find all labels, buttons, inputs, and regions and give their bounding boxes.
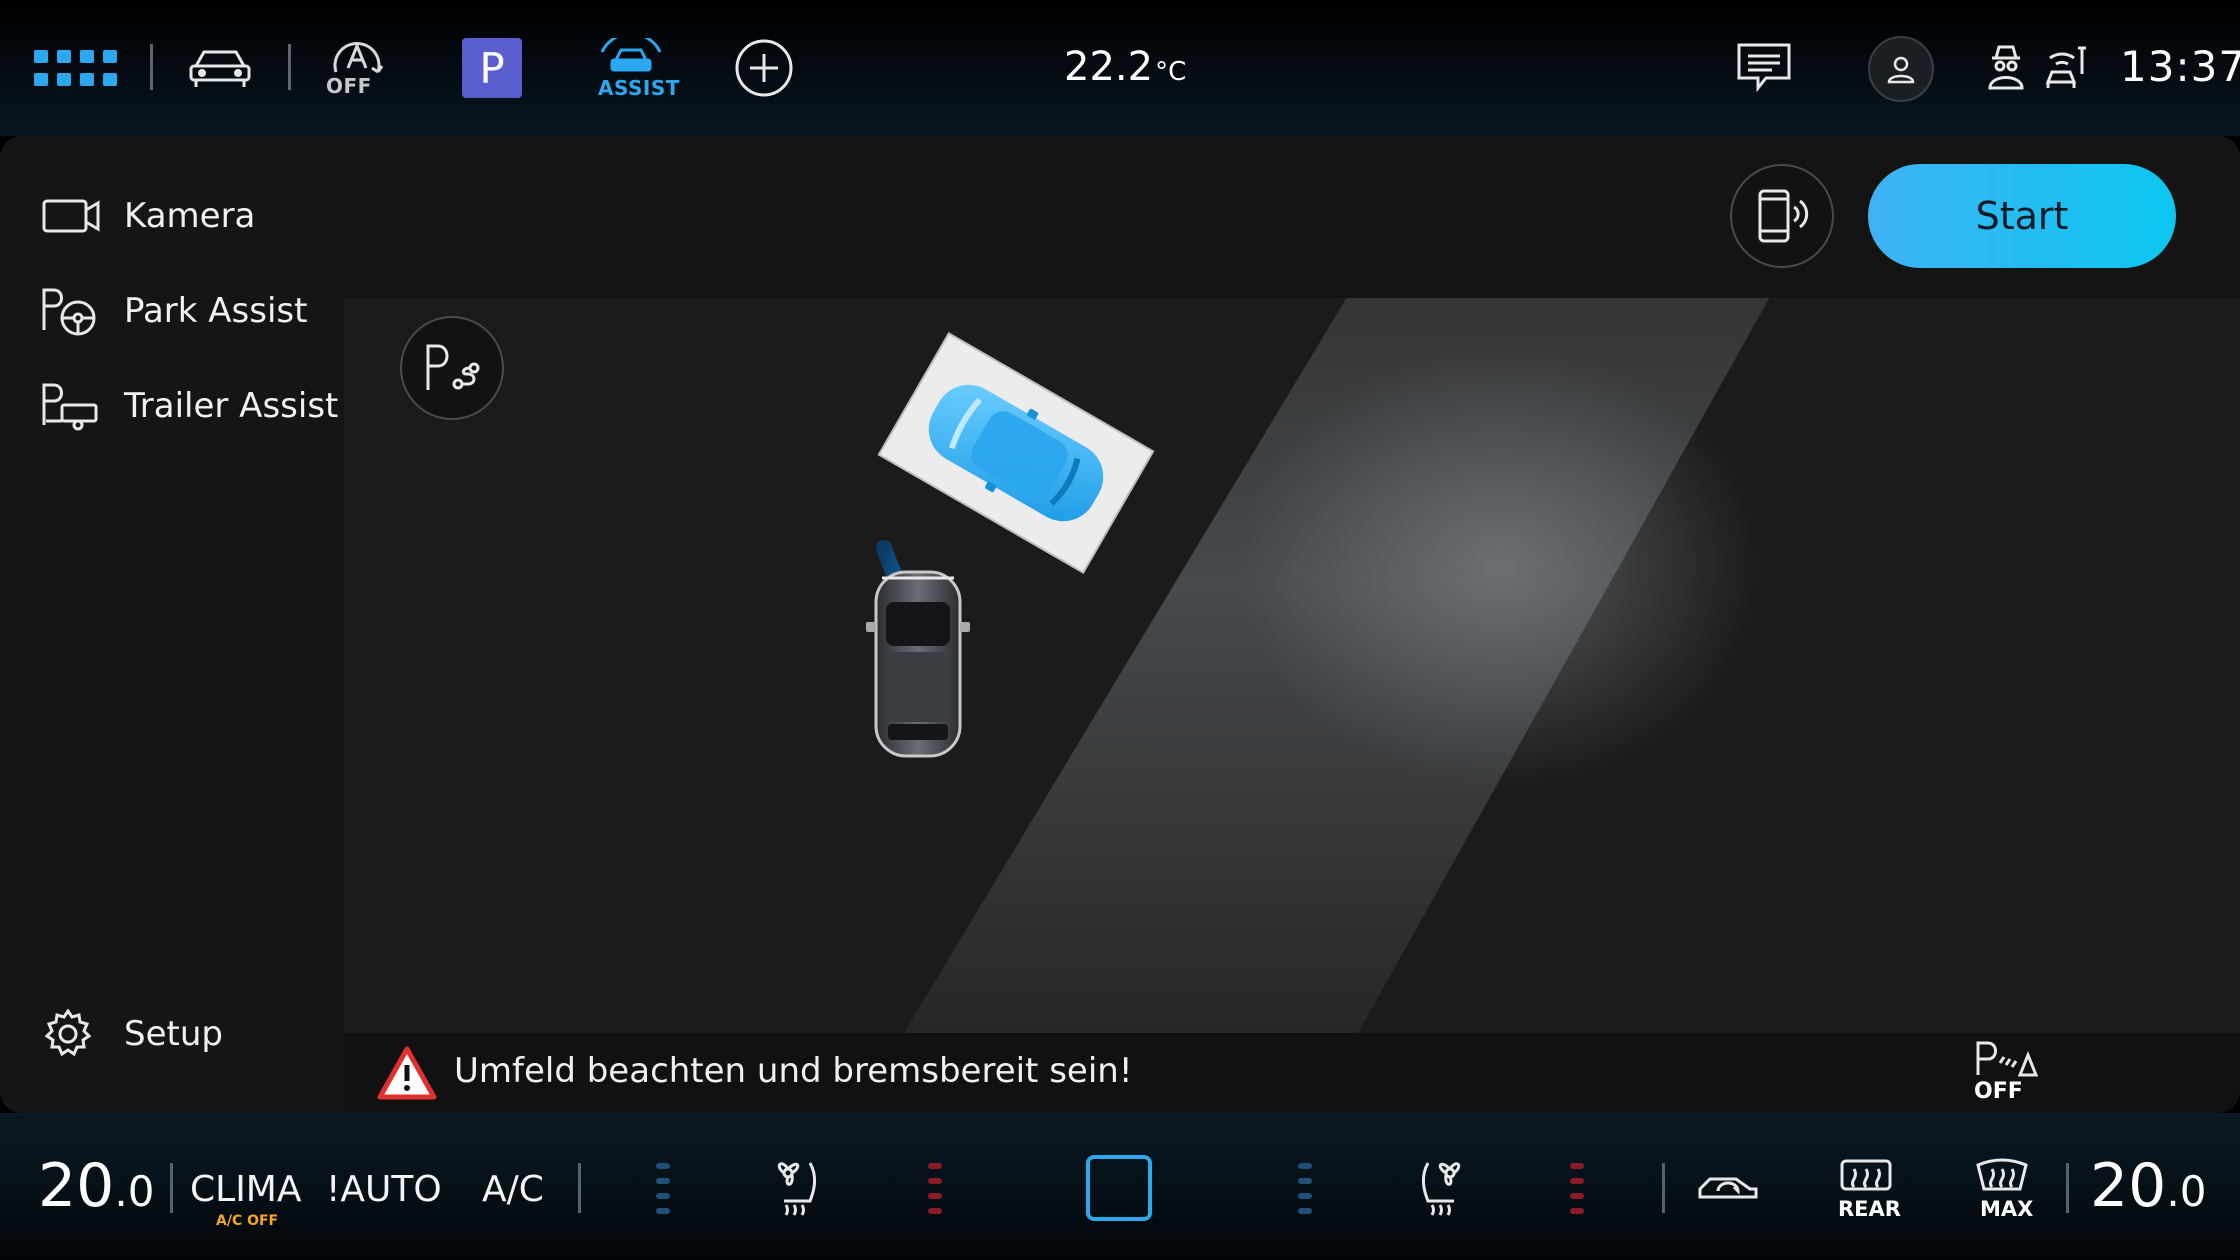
left-seat-heat-level bbox=[928, 1163, 942, 1223]
auto-hold-icon[interactable]: OFF bbox=[326, 38, 390, 98]
left-temperature[interactable]: 20.0 bbox=[38, 1151, 154, 1221]
left-fan-level bbox=[656, 1163, 670, 1223]
right-fan-level bbox=[1298, 1163, 1312, 1223]
rear-defrost-button[interactable]: REAR bbox=[1834, 1157, 1901, 1237]
parking-options-button[interactable] bbox=[400, 316, 504, 420]
parking-button[interactable]: P bbox=[462, 38, 522, 98]
climate-menu-button[interactable] bbox=[1086, 1155, 1152, 1221]
clock: 13:37 bbox=[2120, 42, 2240, 91]
max-defrost-button[interactable]: MAX bbox=[1970, 1157, 2034, 1237]
right-temp-int: 20 bbox=[2090, 1151, 2167, 1221]
warning-icon bbox=[377, 1046, 437, 1100]
rear-label: REAR bbox=[1838, 1197, 1901, 1221]
vehicle-icon[interactable] bbox=[188, 44, 252, 90]
warning-bar: Umfeld beachten und bremsbereit sein! OF… bbox=[344, 1033, 2240, 1113]
air-recirculation-icon[interactable] bbox=[1696, 1169, 1760, 1205]
left-seat-ventilation-icon[interactable] bbox=[770, 1157, 826, 1219]
assist-button[interactable]: ASSIST bbox=[596, 38, 679, 100]
sidebar-item-label: Kamera bbox=[124, 196, 256, 236]
car-connectivity-icon[interactable] bbox=[2044, 42, 2088, 90]
user-icon bbox=[1887, 56, 1915, 84]
front-defrost-icon bbox=[1976, 1158, 2028, 1191]
phone-remote-icon bbox=[1758, 189, 1809, 243]
apps-grid-icon[interactable] bbox=[34, 50, 122, 88]
start-button[interactable]: Start bbox=[1868, 164, 2176, 268]
target-parking-slot bbox=[877, 332, 1155, 574]
park-distance-icon bbox=[1976, 1041, 2039, 1077]
messages-icon[interactable] bbox=[1736, 42, 1792, 94]
ac-button[interactable]: A/C bbox=[482, 1169, 544, 1210]
gear-icon bbox=[44, 1009, 92, 1057]
sidebar-item-label: Trailer Assist bbox=[124, 386, 339, 426]
rear-defrost-icon bbox=[1840, 1159, 1892, 1191]
sidebar-item-setup[interactable]: Setup bbox=[40, 994, 223, 1074]
remote-parking-button[interactable] bbox=[1730, 164, 1834, 268]
camera-icon bbox=[42, 199, 100, 233]
auto-button[interactable]: !AUTO bbox=[326, 1169, 442, 1210]
park-off-label: OFF bbox=[1974, 1079, 2023, 1104]
max-label: MAX bbox=[1980, 1197, 2034, 1221]
sidebar-item-label: Park Assist bbox=[124, 291, 308, 331]
park-assist-panel: Kamera Park Assist Trailer Assist Setup bbox=[0, 136, 2240, 1113]
divider bbox=[288, 44, 291, 90]
assist-label: ASSIST bbox=[598, 76, 680, 100]
right-temperature[interactable]: 20.0 bbox=[2090, 1151, 2206, 1221]
profile-button[interactable] bbox=[1868, 36, 1934, 102]
trailer-assist-icon bbox=[42, 383, 98, 431]
divider bbox=[1662, 1163, 1665, 1213]
headlight-glow bbox=[1240, 346, 1760, 786]
park-assist-icon bbox=[42, 288, 96, 336]
outside-temp-unit: °C bbox=[1155, 57, 1187, 87]
warning-message: Umfeld beachten und bremsbereit sein! bbox=[454, 1051, 1133, 1091]
left-temp-int: 20 bbox=[38, 1151, 115, 1221]
status-bar: OFF P ASSIST 22.2°C 13:37 bbox=[0, 0, 2240, 136]
right-seat-heat-level bbox=[1570, 1163, 1584, 1223]
parking-view: Start bbox=[344, 136, 2240, 1033]
outside-temperature: 22.2°C bbox=[1064, 44, 1186, 90]
park-path-icon bbox=[426, 344, 480, 390]
sidebar: Kamera Park Assist Trailer Assist Setup bbox=[0, 136, 344, 1113]
add-icon[interactable] bbox=[734, 38, 794, 98]
privacy-icon[interactable] bbox=[1986, 44, 2026, 90]
sidebar-item-trailer-assist[interactable]: Trailer Assist bbox=[40, 366, 338, 446]
divider bbox=[170, 1163, 173, 1213]
sidebar-item-kamera[interactable]: Kamera bbox=[40, 176, 255, 256]
left-temp-dec: .0 bbox=[114, 1167, 155, 1216]
park-distance-off-button[interactable]: OFF bbox=[1974, 1039, 2044, 1109]
own-vehicle bbox=[866, 570, 970, 758]
outside-temp-value: 22.2 bbox=[1064, 44, 1154, 90]
clima-button[interactable]: CLIMA bbox=[190, 1169, 302, 1210]
divider bbox=[150, 44, 153, 90]
auto-hold-label: OFF bbox=[326, 74, 372, 98]
right-seat-ventilation-icon[interactable] bbox=[1412, 1157, 1468, 1219]
divider bbox=[578, 1163, 581, 1213]
right-temp-dec: .0 bbox=[2166, 1167, 2207, 1216]
sidebar-item-park-assist[interactable]: Park Assist bbox=[40, 271, 307, 351]
ac-off-label: A/C OFF bbox=[216, 1213, 279, 1229]
setup-label: Setup bbox=[124, 1014, 223, 1054]
divider bbox=[2066, 1163, 2069, 1213]
climate-bar: 20.0 CLIMA A/C OFF !AUTO A/C REAR MAX 20… bbox=[0, 1113, 2240, 1260]
